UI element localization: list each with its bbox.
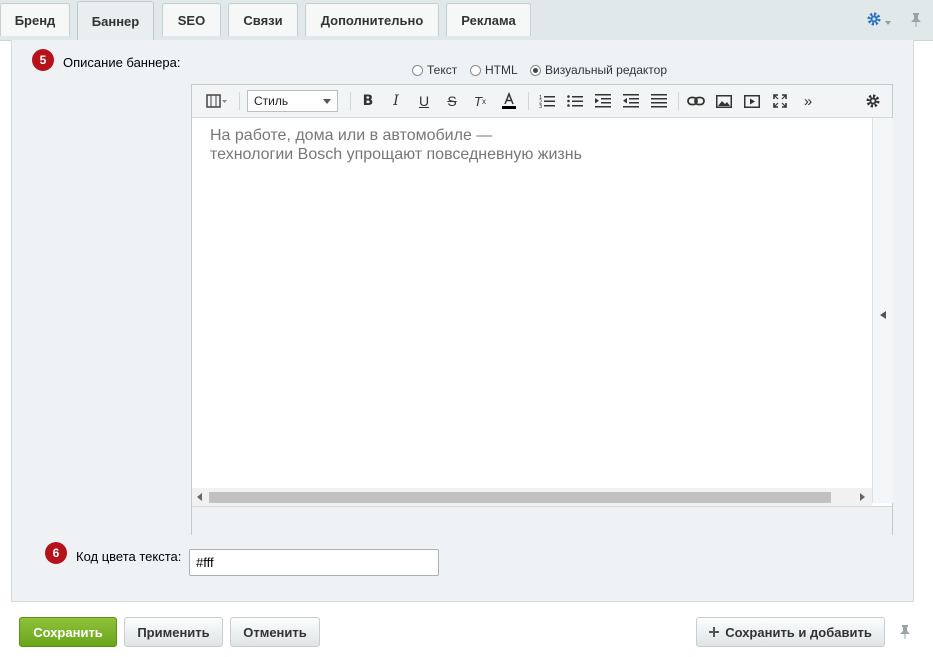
tab-additional[interactable]: Дополнительно xyxy=(305,3,439,36)
indent-icon[interactable] xyxy=(592,90,614,112)
mode-radio-visual[interactable]: Визуальный редактор xyxy=(530,63,667,77)
save-and-add-label: Сохранить и добавить xyxy=(725,624,872,640)
fullscreen-icon[interactable] xyxy=(769,90,791,112)
mode-text-label[interactable]: Текст xyxy=(427,63,457,77)
strikethrough-icon[interactable]: S xyxy=(441,90,463,112)
toolbar-separator xyxy=(239,92,240,110)
editor-content[interactable]: На работе, дома или в автомобиле — техно… xyxy=(210,126,582,164)
text-color-input[interactable] xyxy=(189,549,439,576)
more-icon[interactable]: » xyxy=(797,90,819,112)
radio-icon[interactable] xyxy=(412,64,423,76)
video-icon[interactable] xyxy=(741,90,763,112)
save-button[interactable]: Сохранить xyxy=(19,617,117,647)
tab-ads[interactable]: Реклама xyxy=(446,3,531,36)
editor-footer xyxy=(192,506,892,535)
unordered-list-icon[interactable] xyxy=(564,90,586,112)
bold-icon[interactable]: B xyxy=(357,90,379,112)
link-icon[interactable] xyxy=(685,90,707,112)
radio-checked-icon[interactable] xyxy=(530,64,541,76)
radio-icon[interactable] xyxy=(470,64,481,76)
mode-html-label[interactable]: HTML xyxy=(485,63,518,77)
chevron-left-icon[interactable] xyxy=(880,311,886,319)
save-and-add-button[interactable]: Сохранить и добавить xyxy=(696,617,885,647)
outdent-icon[interactable] xyxy=(620,90,642,112)
field-number-badge: 6 xyxy=(45,542,67,564)
editor-toolbar: Стиль B I U S Tx 123 » xyxy=(192,85,892,118)
toolbar-separator xyxy=(678,92,679,110)
cancel-button[interactable]: Отменить xyxy=(230,617,320,647)
tab-bar: Бренд Баннер SEO Связи Дополнительно Рек… xyxy=(0,0,933,41)
content-line[interactable]: На работе, дома или в автомобиле — xyxy=(210,126,582,145)
underline-icon[interactable]: U xyxy=(413,90,435,112)
tab-seo[interactable]: SEO xyxy=(162,3,221,36)
description-label: Описание баннера: xyxy=(63,55,181,70)
chevron-down-icon xyxy=(323,99,331,104)
scroll-left-icon[interactable] xyxy=(197,493,202,501)
text-color-label: Код цвета текста: xyxy=(76,549,182,564)
style-select[interactable]: Стиль xyxy=(247,90,338,112)
ordered-list-icon[interactable]: 123 xyxy=(536,90,558,112)
gear-icon[interactable] xyxy=(866,11,882,30)
italic-icon[interactable]: I xyxy=(385,90,407,112)
pin-icon[interactable] xyxy=(899,624,911,643)
tab-brand[interactable]: Бренд xyxy=(0,3,70,36)
plus-icon xyxy=(709,625,720,640)
svg-text:3: 3 xyxy=(539,104,542,108)
image-icon[interactable] xyxy=(713,90,735,112)
tab-settings-menu[interactable] xyxy=(866,10,891,30)
toolbar-separator xyxy=(528,92,529,110)
toolbar-separator xyxy=(350,92,351,110)
layout-icon[interactable] xyxy=(202,90,232,112)
content-line[interactable]: технологии Bosch упрощают повседневную ж… xyxy=(210,145,582,164)
remove-format-icon[interactable]: Tx xyxy=(469,90,491,112)
tab-banner[interactable]: Баннер xyxy=(77,1,154,41)
font-color-icon[interactable] xyxy=(498,90,520,112)
mode-radio-html[interactable]: HTML xyxy=(470,63,518,77)
tab-links[interactable]: Связи xyxy=(228,3,298,36)
horizontal-scrollbar[interactable] xyxy=(192,488,872,506)
mode-visual-label[interactable]: Визуальный редактор xyxy=(545,63,667,77)
editor-side-panel[interactable] xyxy=(872,118,893,503)
editor-settings-icon[interactable] xyxy=(862,90,884,112)
pin-icon[interactable] xyxy=(910,10,922,30)
align-icon[interactable] xyxy=(648,90,670,112)
field-number-badge: 5 xyxy=(32,49,54,71)
chevron-down-icon[interactable] xyxy=(885,13,891,28)
mode-radio-text[interactable]: Текст xyxy=(412,63,457,77)
visual-editor: Стиль B I U S Tx 123 » На работе, дома и… xyxy=(191,84,893,535)
style-select-value: Стиль xyxy=(254,94,289,108)
scroll-right-icon[interactable] xyxy=(860,493,865,501)
apply-button[interactable]: Применить xyxy=(124,617,223,647)
scrollbar-thumb[interactable] xyxy=(209,492,831,503)
